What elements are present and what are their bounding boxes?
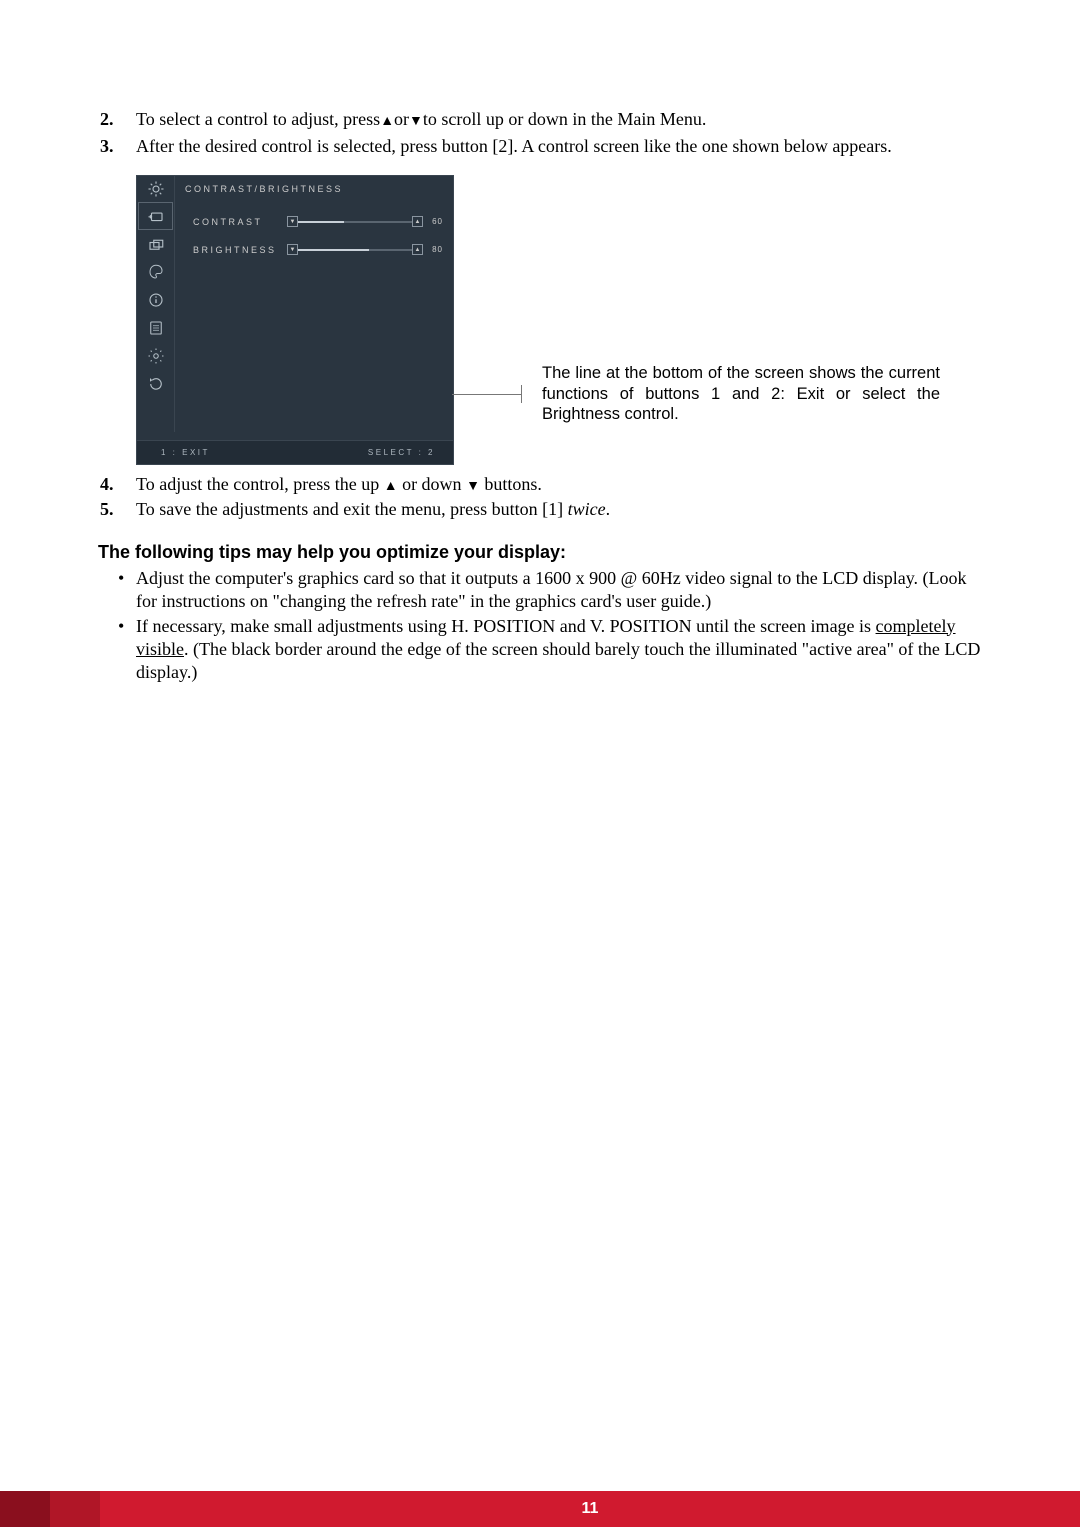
osd-footer: 1 : EXIT SELECT : 2 — [137, 440, 453, 464]
sidebar-item-setup — [137, 342, 174, 370]
sidebar-item-manual — [137, 314, 174, 342]
callout-text: The line at the bottom of the screen sho… — [542, 363, 940, 425]
page-number: 11 — [100, 1491, 1080, 1527]
sidebar-item-reset — [137, 370, 174, 398]
up-cap-icon: ▲ — [412, 216, 423, 227]
brightness-icon — [147, 180, 165, 198]
osd-sidebar — [137, 202, 175, 432]
osd-header-icon — [137, 176, 175, 202]
osd-foot-left: 1 : EXIT — [161, 448, 210, 457]
step-3-text: After the desired control is selected, p… — [136, 136, 892, 156]
step-4: To adjust the control, press the up ▲ or… — [136, 473, 982, 496]
down-triangle-icon: ▼ — [466, 479, 480, 494]
up-triangle-icon: ▲ — [384, 479, 398, 494]
instruction-list-1: To select a control to adjust, press▲or▼… — [98, 108, 982, 159]
color-icon — [147, 263, 165, 281]
step-3: After the desired control is selected, p… — [136, 135, 982, 158]
osd-panel: CONTRAST/BRIGHTNESS — [136, 175, 454, 465]
up-cap-icon: ▲ — [412, 244, 423, 255]
tips-list: Adjust the computer's graphics card so t… — [98, 567, 982, 684]
tips-heading: The following tips may help you optimize… — [98, 542, 982, 563]
step-2-text-a: To select a control to adjust, press — [136, 109, 380, 129]
down-triangle-icon: ▼ — [409, 114, 423, 129]
step-5-a: To save the adjustments and exit the men… — [136, 499, 568, 519]
brightness-slider: ▼ ▲ 80 — [287, 244, 443, 256]
brightness-row: BRIGHTNESS ▼ ▲ 80 — [193, 236, 443, 264]
down-cap-icon: ▼ — [287, 216, 298, 227]
footer-accent-1 — [0, 1491, 50, 1527]
page-content: To select a control to adjust, press▲or▼… — [0, 0, 1080, 684]
brightness-label: BRIGHTNESS — [193, 245, 281, 255]
up-triangle-icon: ▲ — [380, 114, 394, 129]
contrast-slider: ▼ ▲ 60 — [287, 216, 443, 228]
step-5-ital: twice — [568, 499, 606, 519]
step-4-a: To adjust the control, press the up — [136, 474, 384, 494]
info-icon — [147, 291, 165, 309]
page-footer: 11 — [0, 1491, 1080, 1527]
gear-icon — [147, 347, 165, 365]
reset-icon — [147, 375, 165, 393]
osd-header: CONTRAST/BRIGHTNESS — [137, 176, 453, 202]
step-4-c: buttons. — [480, 474, 542, 494]
osd-title: CONTRAST/BRIGHTNESS — [175, 176, 453, 202]
input-icon — [147, 207, 165, 225]
contrast-row: CONTRAST ▼ ▲ 60 — [193, 208, 443, 236]
step-5-b: . — [606, 499, 611, 519]
contrast-value: 60 — [423, 217, 443, 226]
sidebar-item-input — [138, 202, 173, 230]
sidebar-item-info — [137, 286, 174, 314]
tip-2-a: If necessary, make small adjustments usi… — [136, 616, 876, 636]
down-cap-icon: ▼ — [287, 244, 298, 255]
sidebar-item-color — [137, 258, 174, 286]
step-5: To save the adjustments and exit the men… — [136, 498, 982, 521]
tip-2: If necessary, make small adjustments usi… — [136, 615, 982, 684]
step-4-b: or down — [398, 474, 467, 494]
footer-accent-2 — [50, 1491, 100, 1527]
osd-illustration-wrap: CONTRAST/BRIGHTNESS — [136, 175, 982, 465]
osd-content: CONTRAST ▼ ▲ 60 BRIGHTNESS ▼ — [175, 202, 453, 432]
step-2: To select a control to adjust, press▲or▼… — [136, 108, 982, 131]
instruction-list-2: To adjust the control, press the up ▲ or… — [98, 473, 982, 522]
callout-connector — [452, 394, 522, 395]
contrast-label: CONTRAST — [193, 217, 281, 227]
step-2-text-b: to scroll up or down in the Main Menu. — [423, 109, 706, 129]
tip-1: Adjust the computer's graphics card so t… — [136, 567, 982, 613]
sidebar-item-image — [137, 230, 174, 258]
osd-body: CONTRAST ▼ ▲ 60 BRIGHTNESS ▼ — [137, 202, 453, 432]
manual-adjust-icon — [147, 319, 165, 337]
image-icon — [147, 235, 165, 253]
brightness-value: 80 — [423, 245, 443, 254]
tip-2-b: . (The black border around the edge of t… — [136, 639, 980, 682]
callout-bracket — [521, 385, 522, 403]
osd-foot-right: SELECT : 2 — [368, 448, 435, 457]
step-2-text-mid: or — [394, 109, 409, 129]
